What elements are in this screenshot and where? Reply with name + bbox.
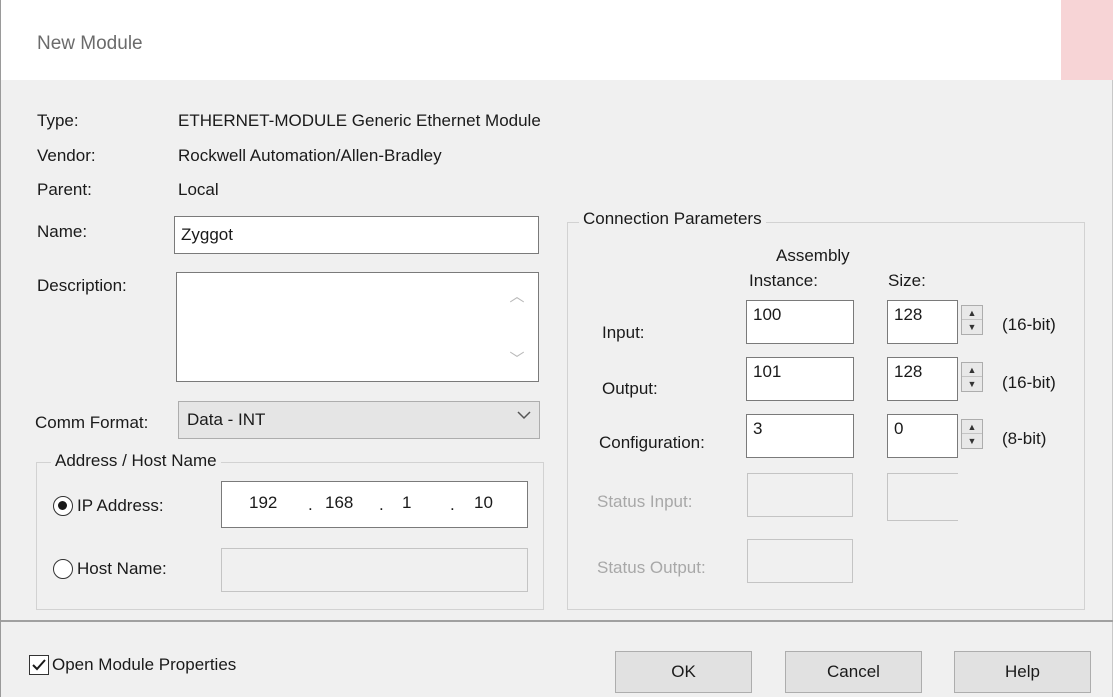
input-size-spinner[interactable]: ▲ ▼ xyxy=(961,305,983,335)
ip-dot-2: . xyxy=(379,495,384,514)
ip-octet-4: 10 xyxy=(474,493,493,512)
assembly-header: Assembly xyxy=(776,246,850,265)
status-output-label: Status Output: xyxy=(597,558,706,577)
type-label: Type: xyxy=(37,111,79,130)
vendor-label: Vendor: xyxy=(37,146,96,165)
input-size-field[interactable]: 128 xyxy=(887,300,958,344)
status-output-instance-field[interactable] xyxy=(747,539,853,583)
spin-up-icon[interactable]: ▲ xyxy=(962,306,982,320)
open-module-properties-checkbox[interactable] xyxy=(29,655,49,675)
name-input[interactable]: Zyggot xyxy=(174,216,539,254)
address-group-title: Address / Host Name xyxy=(51,451,221,471)
ip-octet-2: 168 xyxy=(325,493,354,512)
comm-format-label: Comm Format: xyxy=(35,413,149,432)
footer-separator xyxy=(1,620,1113,622)
new-module-dialog: New Module × Type: ETHERNET-MODULE Gener… xyxy=(0,0,1113,697)
spin-down-icon[interactable]: ▼ xyxy=(962,377,982,391)
checkmark-icon xyxy=(32,659,46,671)
status-input-instance-field[interactable] xyxy=(747,473,853,517)
host-name-label[interactable]: Host Name: xyxy=(77,559,167,579)
dialog-title: New Module xyxy=(37,33,143,54)
ok-button[interactable]: OK xyxy=(615,651,752,693)
output-unit: (16-bit) xyxy=(1002,373,1056,392)
connection-parameters-title: Connection Parameters xyxy=(579,209,766,229)
open-module-properties-label[interactable]: Open Module Properties xyxy=(52,655,236,675)
cancel-button[interactable]: Cancel xyxy=(785,651,922,693)
title-bar: New Module × xyxy=(1,0,1113,80)
host-name-input[interactable] xyxy=(221,548,528,592)
output-label: Output: xyxy=(602,379,658,398)
description-label: Description: xyxy=(37,276,127,295)
parent-label: Parent: xyxy=(37,180,92,199)
size-header: Size: xyxy=(888,271,926,290)
close-button[interactable]: × xyxy=(1061,0,1113,80)
input-unit: (16-bit) xyxy=(1002,315,1056,334)
ip-address-label[interactable]: IP Address: xyxy=(77,496,164,516)
ip-address-input[interactable]: 192 . 168 . 1 . 10 xyxy=(221,481,528,528)
configuration-size-field[interactable]: 0 xyxy=(887,414,958,458)
vendor-value: Rockwell Automation/Allen-Bradley xyxy=(178,146,442,165)
comm-format-select[interactable]: Data - INT xyxy=(178,401,540,439)
ip-address-radio[interactable] xyxy=(53,496,73,516)
host-name-radio[interactable] xyxy=(53,559,73,579)
instance-header: Instance: xyxy=(749,271,818,290)
configuration-unit: (8-bit) xyxy=(1002,429,1047,448)
name-label: Name: xyxy=(37,222,88,241)
output-instance-field[interactable]: 101 xyxy=(746,357,854,401)
configuration-label: Configuration: xyxy=(599,433,705,452)
ip-octet-1: 192 xyxy=(249,493,278,512)
status-input-size-field[interactable] xyxy=(887,473,958,521)
spin-down-icon[interactable]: ▼ xyxy=(962,320,982,334)
output-size-field[interactable]: 128 xyxy=(887,357,958,401)
spin-up-icon[interactable]: ▲ xyxy=(962,363,982,377)
ip-dot-1: . xyxy=(308,495,313,514)
input-label: Input: xyxy=(602,323,645,342)
input-instance-field[interactable]: 100 xyxy=(746,300,854,344)
chevron-down-icon xyxy=(517,407,531,424)
comm-format-value: Data - INT xyxy=(187,410,266,429)
scroll-up-icon[interactable]: ︿ xyxy=(507,285,527,306)
configuration-size-spinner[interactable]: ▲ ▼ xyxy=(961,419,983,449)
ip-dot-3: . xyxy=(450,495,455,514)
help-button[interactable]: Help xyxy=(954,651,1091,693)
parent-value: Local xyxy=(178,180,219,199)
spin-down-icon[interactable]: ▼ xyxy=(962,434,982,448)
configuration-instance-field[interactable]: 3 xyxy=(746,414,854,458)
status-input-label: Status Input: xyxy=(597,492,693,511)
output-size-spinner[interactable]: ▲ ▼ xyxy=(961,362,983,392)
spin-up-icon[interactable]: ▲ xyxy=(962,420,982,434)
description-textarea[interactable] xyxy=(176,272,539,382)
type-value: ETHERNET-MODULE Generic Ethernet Module xyxy=(178,111,541,130)
ip-octet-3: 1 xyxy=(402,493,412,512)
scroll-down-icon[interactable]: ﹀ xyxy=(507,348,527,369)
